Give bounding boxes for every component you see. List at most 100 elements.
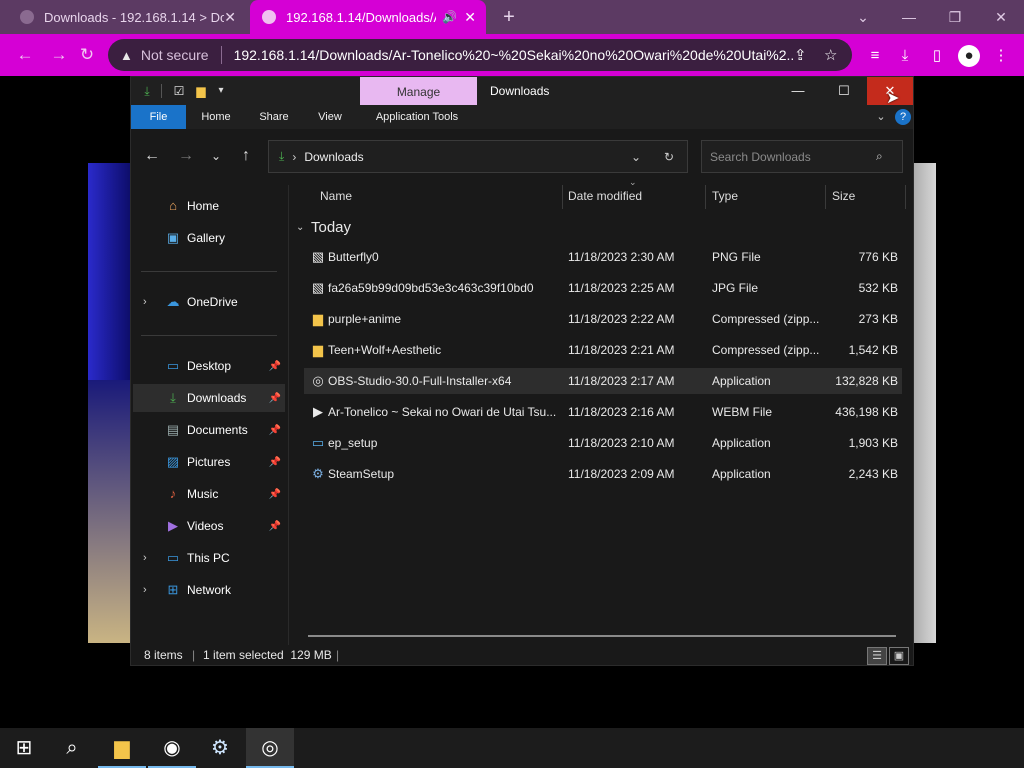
- search-button[interactable]: ⌕: [48, 728, 96, 768]
- taskbar-steam-icon[interactable]: ⚙: [196, 728, 244, 768]
- search-downloads-input[interactable]: Search Downloads ⌕: [701, 140, 903, 173]
- refresh-icon[interactable]: ↻: [664, 150, 674, 164]
- details-view-button[interactable]: ☰: [867, 647, 887, 665]
- chevron-right-icon[interactable]: ›: [143, 584, 147, 596]
- tab-share[interactable]: Share: [251, 105, 297, 129]
- maximize-button[interactable]: ☐: [821, 77, 867, 105]
- manage-context-tab[interactable]: Manage: [360, 77, 477, 105]
- nav-item-pictures[interactable]: ▨ Pictures 📌: [133, 448, 285, 476]
- properties-icon[interactable]: ☑: [171, 83, 187, 99]
- tab-view[interactable]: View: [307, 105, 353, 129]
- download-icon[interactable]: ⤓: [139, 83, 155, 99]
- mouse-cursor-icon: ➤: [886, 90, 900, 107]
- file-row[interactable]: ▭ ep_setup 11/18/2023 2:10 AM Application 1,…: [304, 430, 902, 456]
- tab-file[interactable]: File: [131, 105, 186, 129]
- column-divider[interactable]: [905, 185, 906, 209]
- group-collapse-icon[interactable]: ⌄: [296, 222, 304, 233]
- up-button[interactable]: ↑: [235, 145, 257, 167]
- tab-application-tools[interactable]: Application Tools: [367, 105, 467, 129]
- taskbar-chrome-icon[interactable]: ◉: [148, 728, 196, 768]
- download-icon: ⤓: [170, 390, 176, 405]
- explorer-address-bar[interactable]: ⤓ › Downloads ⌄ ↻: [268, 140, 688, 173]
- forward-button[interactable]: →: [175, 145, 197, 167]
- chevron-right-icon[interactable]: ›: [143, 296, 147, 308]
- back-button[interactable]: ←: [12, 42, 38, 68]
- horizontal-scrollbar[interactable]: [308, 635, 896, 637]
- file-size: 436,198 KB: [835, 405, 898, 419]
- new-folder-icon[interactable]: ▆: [193, 83, 209, 99]
- column-divider[interactable]: [705, 185, 706, 209]
- speaker-icon[interactable]: 🔊: [442, 10, 457, 24]
- start-button[interactable]: ⊞: [0, 728, 48, 768]
- column-type[interactable]: Type: [712, 185, 738, 207]
- restore-button[interactable]: ❐: [932, 0, 978, 34]
- back-button[interactable]: ←: [141, 145, 163, 167]
- chevron-right-icon[interactable]: ›: [143, 552, 147, 564]
- nav-item-this-pc[interactable]: › ▭ This PC: [133, 544, 285, 572]
- customize-toolbar-icon[interactable]: ▾: [213, 83, 229, 99]
- help-icon[interactable]: ?: [895, 109, 911, 125]
- minimize-button[interactable]: —: [886, 0, 932, 34]
- warning-icon: ▲: [120, 47, 133, 63]
- nav-item-music[interactable]: ♪ Music 📌: [133, 480, 285, 508]
- minimize-button[interactable]: —: [775, 77, 821, 105]
- file-row[interactable]: ▶ Ar-Tonelico ~ Sekai no Owari de Utai Ts…: [304, 399, 902, 425]
- address-text: Downloads: [304, 149, 364, 164]
- desktop-icon: ▭: [166, 358, 180, 373]
- tab-home[interactable]: Home: [193, 105, 239, 129]
- browser-tab-active[interactable]: 192.168.1.14/Downloads/Ar 🔊 ✕: [250, 0, 486, 34]
- nav-item-documents[interactable]: ▤ Documents 📌: [133, 416, 285, 444]
- file-row[interactable]: ▧ fa26a59b99d09bd53e3c463c39f10bd0 11/18/2…: [304, 275, 902, 301]
- column-name[interactable]: Name: [320, 185, 352, 207]
- group-header-today[interactable]: Today: [311, 219, 351, 236]
- browser-tab-downloads[interactable]: Downloads - 192.168.1.14 > Do ✕: [8, 0, 246, 34]
- profile-avatar-icon[interactable]: ●: [958, 45, 980, 67]
- expand-ribbon-icon[interactable]: ⌄: [873, 105, 889, 129]
- document-icon: ▤: [166, 422, 180, 437]
- nav-label: This PC: [187, 551, 230, 565]
- share-icon[interactable]: ⇪: [794, 46, 807, 64]
- taskbar-file-explorer-icon[interactable]: ▆: [98, 728, 146, 768]
- column-date-modified[interactable]: Date modified: [568, 185, 642, 207]
- nav-item-onedrive[interactable]: › ☁ OneDrive: [133, 288, 285, 316]
- bookmark-star-icon[interactable]: ☆: [824, 46, 837, 64]
- recent-locations-icon[interactable]: ⌄: [205, 145, 227, 167]
- file-size: 1,542 KB: [848, 343, 898, 357]
- file-row[interactable]: ▆ purple+anime 11/18/2023 2:22 AM Compresse…: [304, 306, 902, 332]
- media-icon[interactable]: ≡: [864, 45, 886, 67]
- nav-item-desktop[interactable]: ▭ Desktop 📌: [133, 352, 285, 380]
- file-row[interactable]: ⚙ SteamSetup 11/18/2023 2:09 AM Application…: [304, 461, 902, 487]
- nav-item-home[interactable]: ⌂ Home: [133, 192, 285, 220]
- taskbar-obs-icon[interactable]: ◎: [246, 728, 294, 768]
- address-bar[interactable]: ▲ Not secure 192.168.1.14/Downloads/Ar-T…: [108, 39, 852, 71]
- search-icon: ⌕: [876, 149, 883, 163]
- file-row[interactable]: ▆ Teen+Wolf+Aesthetic 11/18/2023 2:21 AM Co…: [304, 337, 902, 363]
- reload-button[interactable]: ↻: [74, 42, 100, 68]
- large-icons-view-button[interactable]: ▣: [889, 647, 909, 665]
- chevron-down-icon[interactable]: ⌄: [631, 150, 641, 164]
- divider: |: [336, 648, 340, 662]
- file-size: 1,903 KB: [848, 436, 898, 450]
- nav-item-gallery[interactable]: ▣ Gallery: [133, 224, 285, 252]
- file-type: WEBM File: [712, 405, 772, 419]
- nav-item-network[interactable]: › ⊞ Network: [133, 576, 285, 604]
- forward-button[interactable]: →: [46, 42, 72, 68]
- download-icon[interactable]: ⤓: [894, 45, 916, 67]
- file-row[interactable]: ▧ Butterfly0 11/18/2023 2:30 AM PNG File 776…: [304, 244, 902, 270]
- divider: [141, 271, 277, 272]
- nav-item-videos[interactable]: ▶ Videos 📌: [133, 512, 285, 540]
- column-divider[interactable]: [825, 185, 826, 209]
- nav-item-downloads[interactable]: ⤓ Downloads 📌: [133, 384, 285, 412]
- close-tab-icon[interactable]: ✕: [224, 9, 236, 26]
- new-tab-button[interactable]: +: [496, 5, 522, 29]
- side-panel-icon[interactable]: ▯: [926, 45, 948, 67]
- menu-icon[interactable]: ⋮: [990, 45, 1012, 67]
- file-row[interactable]: ◎ OBS-Studio-30.0-Full-Installer-x64 11/18…: [304, 368, 902, 394]
- close-tab-icon[interactable]: ✕: [464, 9, 476, 26]
- pane-splitter[interactable]: [288, 185, 289, 645]
- column-divider[interactable]: [562, 185, 563, 209]
- explorer-title: Downloads: [490, 84, 550, 98]
- close-browser-button[interactable]: ✕: [978, 0, 1024, 34]
- column-size[interactable]: Size: [832, 185, 855, 207]
- tab-search-icon[interactable]: ⌄: [840, 0, 886, 34]
